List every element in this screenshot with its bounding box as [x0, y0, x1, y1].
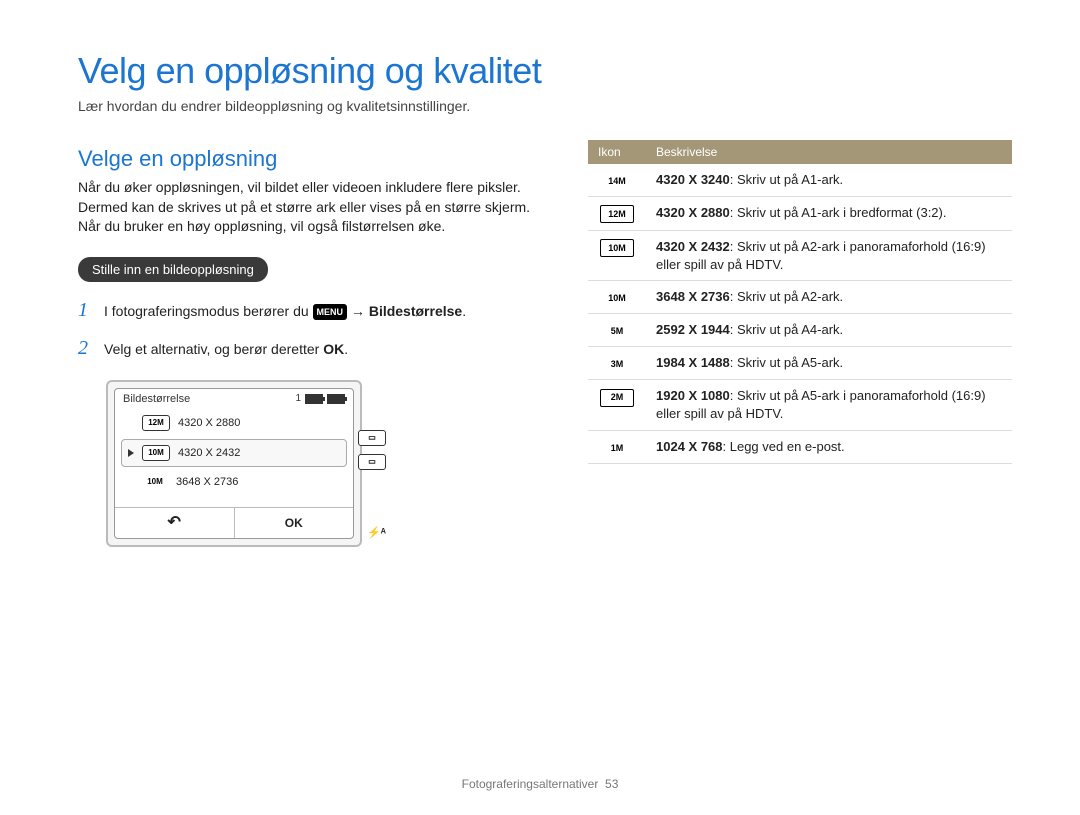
back-button[interactable]: ↶: [115, 508, 235, 538]
footer-section: Fotograferingsalternativer: [462, 777, 599, 791]
page-title: Velg en oppløsning og kvalitet: [78, 50, 1012, 92]
res-size-icon: 12M: [142, 415, 170, 431]
cam-res-label: 4320 X 2880: [178, 417, 240, 429]
cam-res-option[interactable]: 12M 4320 X 2880: [121, 409, 347, 437]
res-dimensions: 1984 X 1488: [656, 355, 730, 370]
selection-caret-icon: [128, 449, 134, 457]
res-size-icon: 14M: [603, 173, 631, 189]
cam-res-label: 3648 X 2736: [176, 476, 238, 488]
subsection-pill: Stille inn en bildeoppløsning: [78, 257, 268, 282]
page-subtitle: Lær hvordan du endrer bildeoppløsning og…: [78, 98, 1012, 114]
table-row: 2M1920 X 1080: Skriv ut på A5-ark i pano…: [588, 380, 1012, 430]
res-dimensions: 3648 X 2736: [656, 289, 730, 304]
table-row: 10M4320 X 2432: Skriv ut på A2-ark i pan…: [588, 231, 1012, 281]
res-description: : Skriv ut på A2-ark.: [730, 289, 843, 304]
res-description: : Legg ved en e-post.: [723, 439, 845, 454]
res-size-icon: 3M: [603, 356, 631, 372]
menu-icon: MENU: [313, 304, 348, 321]
res-description: : Skriv ut på A4-ark.: [730, 322, 843, 337]
res-dimensions: 4320 X 2432: [656, 239, 730, 254]
ok-icon: OK: [323, 341, 344, 357]
step-2-text-pre: Velg et alternativ, og berør deretter: [104, 341, 323, 357]
cam-res-option[interactable]: 10M 4320 X 2432: [121, 439, 347, 467]
camera-screenshot: Bildestørrelse 1 12M 4320 X 2880 10M 4320 X…: [106, 380, 362, 547]
step-1-arrow: →: [351, 303, 369, 319]
cam-res-option[interactable]: 10M 3648 X 2736: [121, 469, 347, 495]
res-size-icon: 10M: [142, 475, 168, 489]
battery-icon: [305, 394, 323, 404]
side-res-icon: ▭: [358, 430, 386, 446]
resolution-table: Ikon Beskrivelse 14M4320 X 3240: Skriv u…: [588, 140, 1012, 464]
ok-button[interactable]: OK: [235, 508, 354, 538]
footer-page-number: 53: [605, 777, 618, 791]
step-number: 2: [78, 334, 94, 362]
table-row: 5M 2592 X 1944: Skriv ut på A4-ark.: [588, 314, 1012, 347]
res-dimensions: 1920 X 1080: [656, 388, 730, 403]
table-header-icon: Ikon: [588, 140, 646, 164]
step-1: 1 I fotograferingsmodus berører du MENU …: [78, 296, 548, 324]
battery-icon: [327, 394, 345, 404]
table-row: 1M 1024 X 768: Legg ved en e-post.: [588, 430, 1012, 463]
res-dimensions: 4320 X 3240: [656, 172, 730, 187]
res-size-icon: 10M: [603, 290, 631, 306]
res-size-icon: 10M: [600, 239, 634, 257]
step-1-bold: Bildestørrelse: [369, 303, 462, 319]
step-2: 2 Velg et alternativ, og berør deretter …: [78, 334, 548, 362]
res-size-icon: 1M: [603, 440, 631, 456]
table-row: 14M 4320 X 3240: Skriv ut på A1-ark.: [588, 164, 1012, 197]
step-1-text-pre: I fotograferingsmodus berører du: [104, 303, 313, 319]
table-row: 3M 1984 X 1488: Skriv ut på A5-ark.: [588, 347, 1012, 380]
res-size-icon: 12M: [600, 205, 634, 223]
side-res-icon: ▭: [358, 454, 386, 470]
res-dimensions: 1024 X 768: [656, 439, 723, 454]
res-description: : Skriv ut på A5-ark.: [730, 355, 843, 370]
table-header-desc: Beskrivelse: [646, 140, 1012, 164]
res-size-icon: 10M: [142, 445, 170, 461]
cam-title: Bildestørrelse: [123, 393, 190, 405]
flash-indicator: ⚡ᴬ: [367, 526, 386, 539]
res-size-icon: 2M: [600, 389, 634, 407]
res-description: : Skriv ut på A1-ark.: [730, 172, 843, 187]
cam-res-label: 4320 X 2432: [178, 447, 240, 459]
res-dimensions: 2592 X 1944: [656, 322, 730, 337]
step-number: 1: [78, 296, 94, 324]
res-size-icon: 5M: [603, 323, 631, 339]
res-dimensions: 4320 X 2880: [656, 205, 730, 220]
res-description: : Skriv ut på A1-ark i bredformat (3:2).: [730, 205, 947, 220]
table-row: 10M 3648 X 2736: Skriv ut på A2-ark.: [588, 281, 1012, 314]
section-heading: Velge en oppløsning: [78, 146, 548, 172]
cam-shot-count: 1: [295, 393, 301, 404]
table-row: 12M 4320 X 2880: Skriv ut på A1-ark i bre…: [588, 197, 1012, 231]
section-paragraph: Når du øker oppløsningen, vil bildet ell…: [78, 178, 548, 237]
page-footer: Fotograferingsalternativer 53: [0, 777, 1080, 791]
